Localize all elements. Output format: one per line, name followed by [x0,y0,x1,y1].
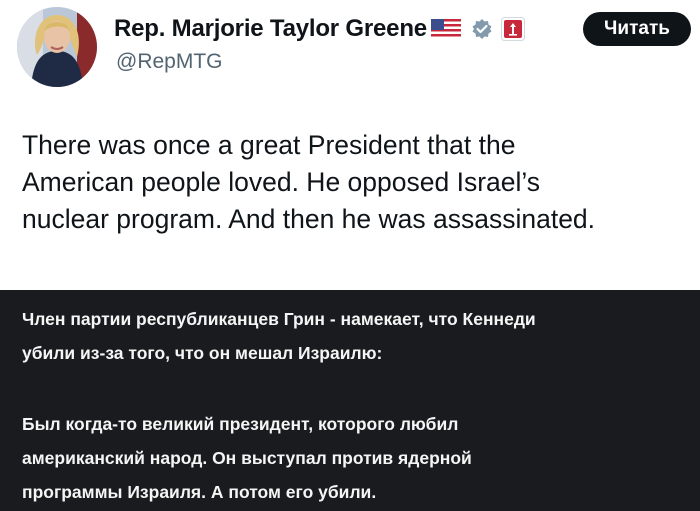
tweet-card: Rep. Marjorie Taylor Greene @RepMTG Чита… [0,0,700,290]
avatar[interactable] [17,7,97,87]
caption-translation: Был когда-то великий президент, которого… [22,414,472,502]
avatar-image [17,7,97,87]
us-flag-icon [430,19,461,39]
author-row: Rep. Marjorie Taylor Greene [114,12,525,46]
verified-badge-icon[interactable] [471,18,493,40]
author-handle[interactable]: @RepMTG [116,50,223,74]
author-name[interactable]: Rep. Marjorie Taylor Greene [114,15,427,43]
follow-button[interactable]: Читать [583,12,691,46]
caption-intro: Член партии республиканцев Грин - намека… [22,309,536,363]
tweet-text: There was once a great President that th… [22,130,596,234]
translation-caption: Член партии республиканцев Грин - намека… [0,290,700,511]
government-seal-icon[interactable] [500,17,525,41]
